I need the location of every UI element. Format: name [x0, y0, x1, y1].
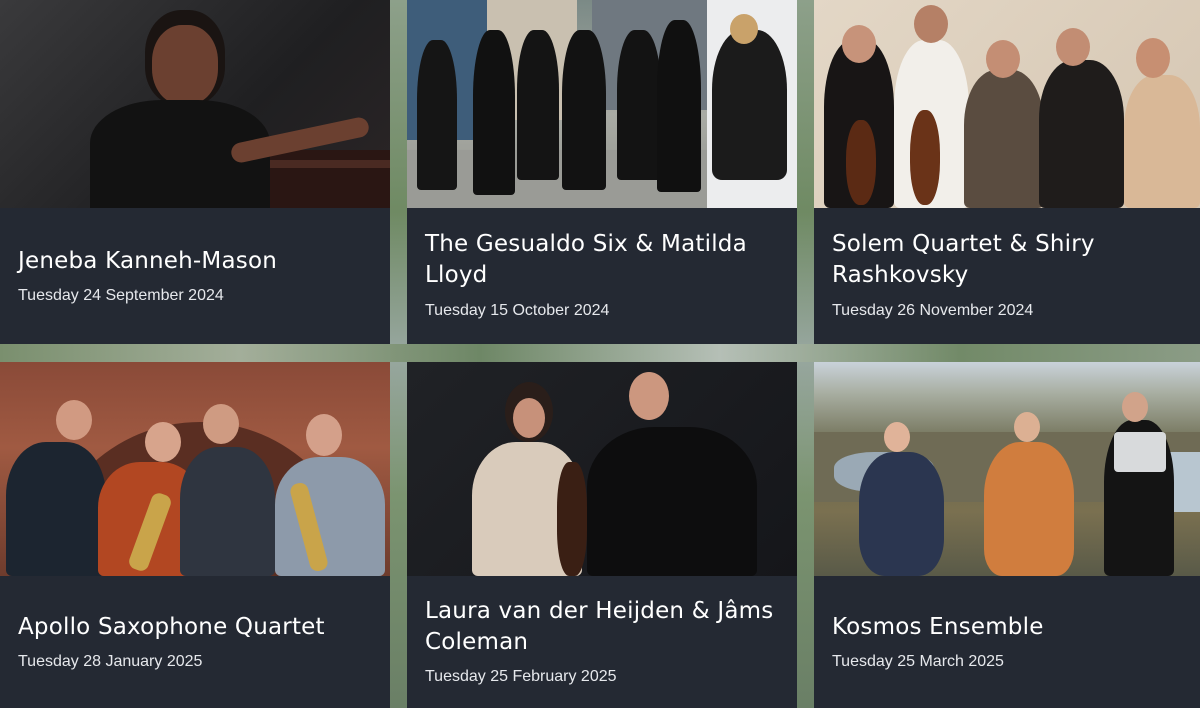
event-card[interactable]: Solem Quartet & Shiry Rashkovsky Tuesday…: [814, 0, 1200, 344]
event-date: Tuesday 26 November 2024: [832, 302, 1034, 319]
event-card[interactable]: Apollo Saxophone Quartet Tuesday 28 Janu…: [0, 362, 390, 708]
event-date: Tuesday 28 January 2025: [18, 653, 203, 670]
event-title[interactable]: The Gesualdo Six & Matilda Lloyd: [425, 229, 783, 291]
event-title[interactable]: Solem Quartet & Shiry Rashkovsky: [832, 229, 1186, 291]
event-photo: [407, 362, 797, 576]
event-title[interactable]: Kosmos Ensemble: [832, 612, 1186, 643]
event-card[interactable]: The Gesualdo Six & Matilda Lloyd Tuesday…: [407, 0, 797, 344]
event-date: Tuesday 24 September 2024: [18, 287, 224, 304]
event-card[interactable]: Kosmos Ensemble Tuesday 25 March 2025: [814, 362, 1200, 708]
event-photo: [0, 0, 390, 208]
event-card[interactable]: Laura van der Heijden & Jâms Coleman Tue…: [407, 362, 797, 708]
event-photo: [407, 0, 797, 208]
event-date: Tuesday 15 October 2024: [425, 302, 610, 319]
event-date: Tuesday 25 February 2025: [425, 668, 617, 685]
event-title[interactable]: Laura van der Heijden & Jâms Coleman: [425, 596, 783, 658]
event-photo: [0, 362, 390, 576]
event-photo: [814, 0, 1200, 208]
event-photo: [814, 362, 1200, 576]
event-card[interactable]: Jeneba Kanneh-Mason Tuesday 24 September…: [0, 0, 390, 344]
event-title[interactable]: Apollo Saxophone Quartet: [18, 612, 376, 643]
event-date: Tuesday 25 March 2025: [832, 653, 1004, 670]
event-title[interactable]: Jeneba Kanneh-Mason: [18, 246, 376, 277]
events-grid: Jeneba Kanneh-Mason Tuesday 24 September…: [0, 0, 1200, 708]
